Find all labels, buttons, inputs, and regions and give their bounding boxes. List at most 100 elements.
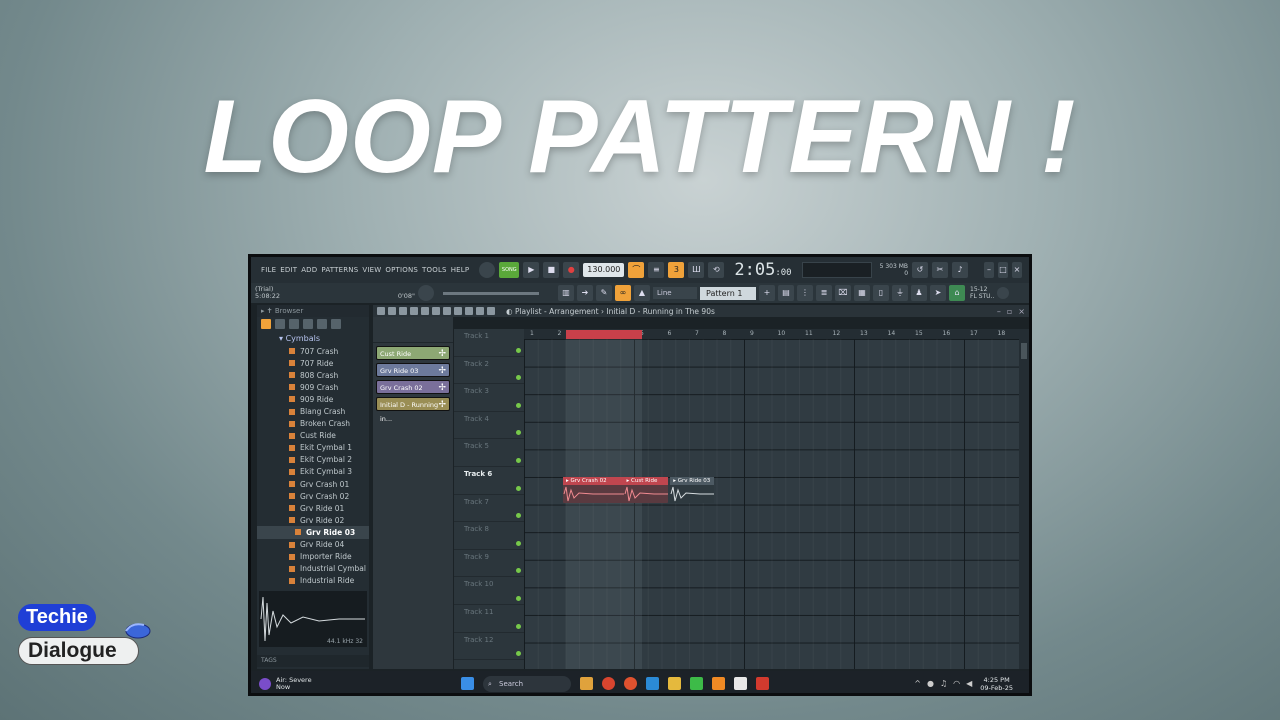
audio-clip[interactable]: ▸ Grv Ride 03	[670, 477, 871, 503]
magnet-icon[interactable]	[388, 307, 396, 315]
tray-chevron-icon[interactable]: ^	[914, 679, 921, 688]
browser-audio-icon[interactable]	[289, 319, 299, 329]
menu-view[interactable]: VIEW	[362, 266, 381, 274]
metronome-button[interactable]: ⌒	[628, 262, 645, 278]
app-icon-1[interactable]	[580, 677, 593, 690]
select-icon[interactable]	[465, 307, 473, 315]
file-icon[interactable]: ▯	[873, 285, 889, 301]
audio-clip[interactable]: ▸ Cust Ride	[623, 477, 824, 503]
browser-item[interactable]: 909 Crash	[257, 381, 369, 393]
zoom-icon[interactable]	[476, 307, 484, 315]
piano-icon[interactable]: ▥	[558, 285, 574, 301]
track-header[interactable]: Track 7	[454, 495, 524, 523]
master-volume-knob[interactable]	[479, 262, 496, 278]
menu-tools[interactable]: TOOLS	[422, 266, 447, 274]
playlist-minimize[interactable]: –	[997, 307, 1001, 316]
track-active-led[interactable]	[516, 623, 521, 629]
drag-handle-icon[interactable]: ✢	[438, 381, 446, 395]
browser-item[interactable]: Ekit Cymbal 2	[257, 454, 369, 466]
track-header[interactable]: Track 1	[454, 329, 524, 357]
stop-button[interactable]: ■	[543, 262, 560, 278]
browser-item[interactable]: Ekit Cymbal 1	[257, 442, 369, 454]
add-pattern-button[interactable]: +	[759, 285, 775, 301]
menu-edit[interactable]: EDIT	[280, 266, 297, 274]
browser-item[interactable]: Industrial Ride	[257, 575, 369, 587]
tray-app-icon[interactable]: ●	[927, 679, 934, 688]
playlist-close[interactable]: ×	[1018, 307, 1025, 316]
recorder-icon[interactable]	[756, 677, 769, 690]
folder-cymbals[interactable]: ▾ Cymbals	[257, 333, 369, 345]
tempo-display[interactable]: 130.000	[583, 263, 625, 277]
browser-files-icon[interactable]	[275, 319, 285, 329]
track-header[interactable]: Track 5	[454, 439, 524, 467]
mic-icon[interactable]: ♪	[952, 262, 969, 278]
taskbar-clock[interactable]: 4:25 PM 09-Feb-25	[980, 676, 1029, 692]
pattern-select[interactable]: Pattern 1	[700, 286, 756, 300]
browser-item[interactable]: 909 Ride	[257, 393, 369, 405]
chrome-alt-icon[interactable]	[624, 677, 637, 690]
menu-options[interactable]: OPTIONS	[385, 266, 418, 274]
chrome-icon[interactable]	[602, 677, 615, 690]
browser-item[interactable]: Grv Ride 02	[257, 514, 369, 526]
minimize-button[interactable]: –	[984, 262, 995, 278]
browser-item[interactable]: 707 Ride	[257, 357, 369, 369]
track-header[interactable]: Track 4	[454, 412, 524, 440]
browser-plugin-icon[interactable]	[303, 319, 313, 329]
shop-icon[interactable]: ⌂	[949, 285, 965, 301]
camtasia-icon[interactable]	[690, 677, 703, 690]
undo-icon[interactable]: ↺	[912, 262, 929, 278]
browser-item[interactable]: Grv Ride 04	[257, 539, 369, 551]
pattern-item[interactable]: Grv Ride 03 ✢	[376, 363, 450, 377]
tags-bar[interactable]: TAGS	[257, 655, 369, 667]
arrow-icon[interactable]: ➔	[577, 285, 593, 301]
taskbar-search[interactable]: ⌕ Search	[483, 675, 571, 692]
track-active-led[interactable]	[516, 347, 521, 353]
channel-rack-icon[interactable]: ⋮	[797, 285, 813, 301]
browser-item[interactable]: Blang Crash	[257, 405, 369, 417]
tray-mic-icon[interactable]: ♫	[940, 679, 947, 688]
stamp-icon[interactable]: ▲	[634, 285, 650, 301]
delete-icon[interactable]	[421, 307, 429, 315]
track-active-led[interactable]	[516, 568, 521, 574]
master-pitch-slider[interactable]	[443, 291, 539, 295]
drag-handle-icon[interactable]: ✢	[438, 347, 446, 361]
browser-all-icon[interactable]	[261, 319, 271, 329]
track-active-led[interactable]	[516, 540, 521, 546]
track-header[interactable]: Track 12	[454, 633, 524, 661]
brush-icon[interactable]: ✎	[596, 285, 612, 301]
fl-news[interactable]: 15-12 FL STU..	[970, 286, 994, 300]
mixer-icon[interactable]: ≣	[816, 285, 832, 301]
folder-icon[interactable]	[668, 677, 681, 690]
drag-handle-icon[interactable]: ✢	[438, 398, 446, 412]
vertical-scrollbar[interactable]	[1019, 329, 1029, 669]
slip-icon[interactable]	[443, 307, 451, 315]
record-button[interactable]: ●	[563, 262, 580, 278]
link-icon[interactable]: ∞	[615, 285, 631, 301]
menu-help[interactable]: HELP	[451, 266, 470, 274]
countdown-button[interactable]: 3	[668, 262, 685, 278]
plugin-icon[interactable]: ⌧	[835, 285, 851, 301]
track-active-led[interactable]	[516, 457, 521, 463]
mute-icon[interactable]	[432, 307, 440, 315]
browser-item[interactable]: Grv Ride 03	[257, 526, 369, 539]
browser-item[interactable]: Grv Crash 01	[257, 478, 369, 490]
close-button[interactable]: ×	[1012, 262, 1023, 278]
track-active-led[interactable]	[516, 375, 521, 381]
browser-item[interactable]: Grv Ride 01	[257, 502, 369, 514]
media-player-icon[interactable]	[734, 677, 747, 690]
track-header[interactable]: Track 6	[454, 467, 524, 495]
draw-icon[interactable]	[399, 307, 407, 315]
scroll-thumb[interactable]	[1021, 343, 1027, 359]
paint-icon[interactable]	[410, 307, 418, 315]
pitch-knob[interactable]	[418, 285, 434, 301]
track-active-led[interactable]	[516, 595, 521, 601]
browser-item[interactable]: 707 Crash	[257, 345, 369, 357]
track-active-led[interactable]	[516, 485, 521, 491]
step-edit-button[interactable]: Ш	[688, 262, 705, 278]
playlist-icon[interactable]: ▤	[778, 285, 794, 301]
tray-wifi-icon[interactable]: ◠	[953, 679, 960, 688]
fl-studio-icon[interactable]	[712, 677, 725, 690]
pattern-item[interactable]: Cust Ride ✢	[376, 346, 450, 360]
walk-icon[interactable]: ♟	[911, 285, 927, 301]
slice-icon[interactable]	[454, 307, 462, 315]
